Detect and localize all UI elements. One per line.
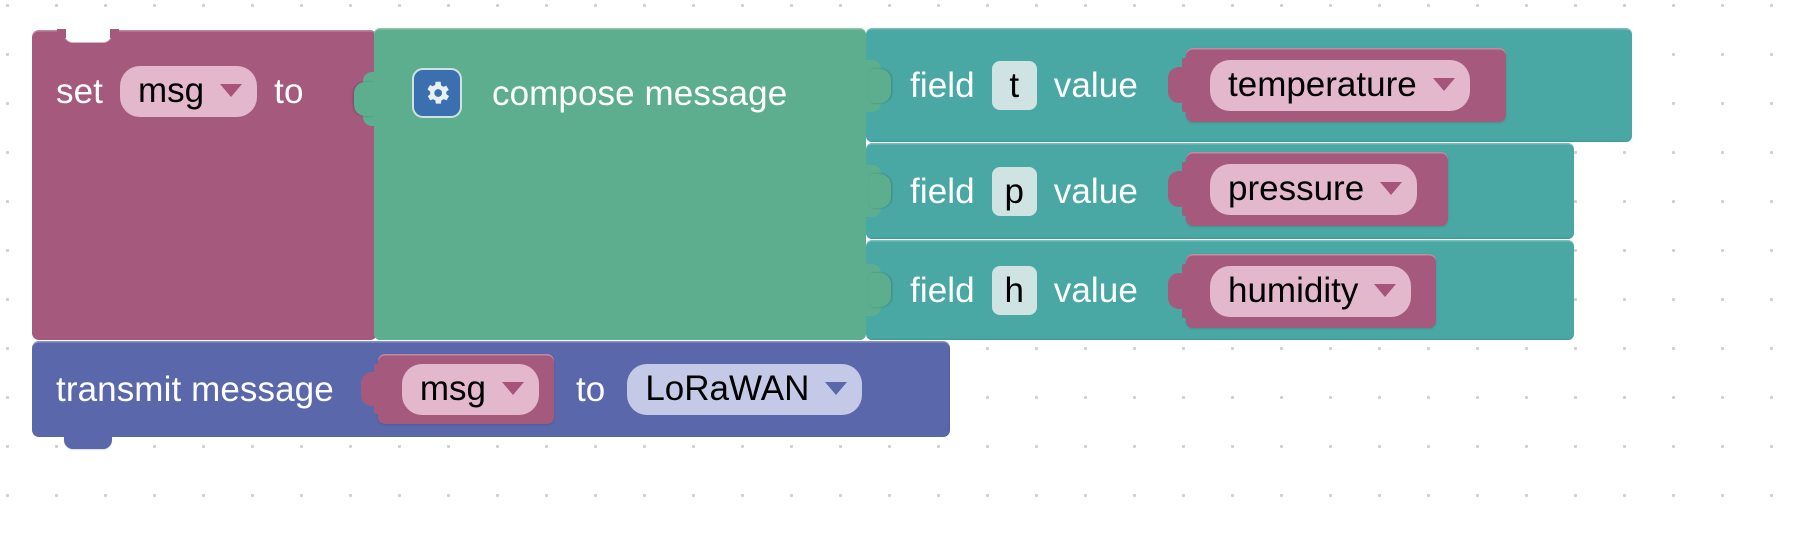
variable-block-msg[interactable]: msg [360, 354, 554, 424]
blockly-workspace[interactable]: set msg to compose message field t value… [0, 0, 1803, 540]
field-prefix-label: field [910, 65, 975, 105]
variable-block-pressure[interactable]: pressure [1168, 152, 1448, 226]
transmit-to-label: to [575, 369, 606, 409]
chevron-down-icon [825, 381, 848, 395]
transmit-message-label: transmit message [56, 369, 334, 409]
field-key-input[interactable]: t [991, 60, 1037, 110]
chevron-down-icon [1380, 181, 1403, 195]
variable-name: humidity [1228, 270, 1359, 310]
field-row-socket [865, 60, 891, 112]
compose-message-label: compose message [492, 73, 788, 113]
field-row-socket [865, 264, 891, 316]
transmit-target-value: LoRaWAN [645, 368, 810, 408]
field-key-input[interactable]: h [991, 265, 1037, 315]
block-bottom-notch [64, 436, 112, 449]
variable-dropdown-msg[interactable]: msg [401, 363, 539, 415]
variable-block-plug [1168, 58, 1192, 112]
set-variable-dropdown[interactable]: msg [120, 66, 258, 117]
variable-name: pressure [1228, 168, 1365, 208]
variable-name: temperature [1228, 64, 1417, 104]
set-keyword-label: set [56, 72, 103, 111]
transmit-target-dropdown[interactable]: LoRaWAN [627, 363, 863, 415]
set-variable-block[interactable]: set msg to [32, 29, 378, 340]
chevron-down-icon [1374, 283, 1397, 297]
transmit-message-block[interactable]: transmit message msg to LoRaWAN [32, 341, 950, 449]
variable-block-humidity[interactable]: humidity [1168, 254, 1436, 328]
field-prefix-label: field [910, 270, 975, 310]
variable-dropdown-temperature[interactable]: temperature [1210, 59, 1470, 111]
gear-icon[interactable] [412, 68, 462, 118]
variable-name: msg [419, 368, 486, 408]
variable-block-plug [1168, 162, 1192, 216]
compose-header: compose message [412, 68, 787, 118]
field-row-socket [865, 165, 891, 217]
chevron-down-icon [1432, 77, 1455, 91]
field-row-content: field p value [910, 143, 1138, 239]
set-block-row: set msg to [56, 66, 304, 117]
field-suffix-label: value [1053, 171, 1138, 211]
compose-message-block[interactable]: compose message [374, 28, 866, 340]
chevron-down-icon [501, 381, 524, 395]
transmit-block-row: transmit message msg to LoRaWAN [56, 341, 863, 437]
field-suffix-label: value [1053, 65, 1138, 105]
variable-block-plug [360, 364, 384, 414]
variable-dropdown-humidity[interactable]: humidity [1210, 265, 1412, 317]
variable-block-temperature[interactable]: temperature [1168, 48, 1506, 122]
chevron-down-icon [220, 84, 243, 97]
variable-dropdown-pressure[interactable]: pressure [1210, 163, 1418, 215]
block-top-notch [57, 29, 119, 42]
set-to-label: to [274, 72, 304, 111]
field-suffix-label: value [1053, 270, 1138, 310]
field-key-input[interactable]: p [991, 166, 1037, 216]
field-row-content: field t value [910, 28, 1138, 142]
field-row-content: field h value [910, 240, 1138, 340]
field-prefix-label: field [910, 171, 975, 211]
variable-block-plug [1168, 264, 1192, 318]
set-variable-name: msg [138, 71, 205, 110]
